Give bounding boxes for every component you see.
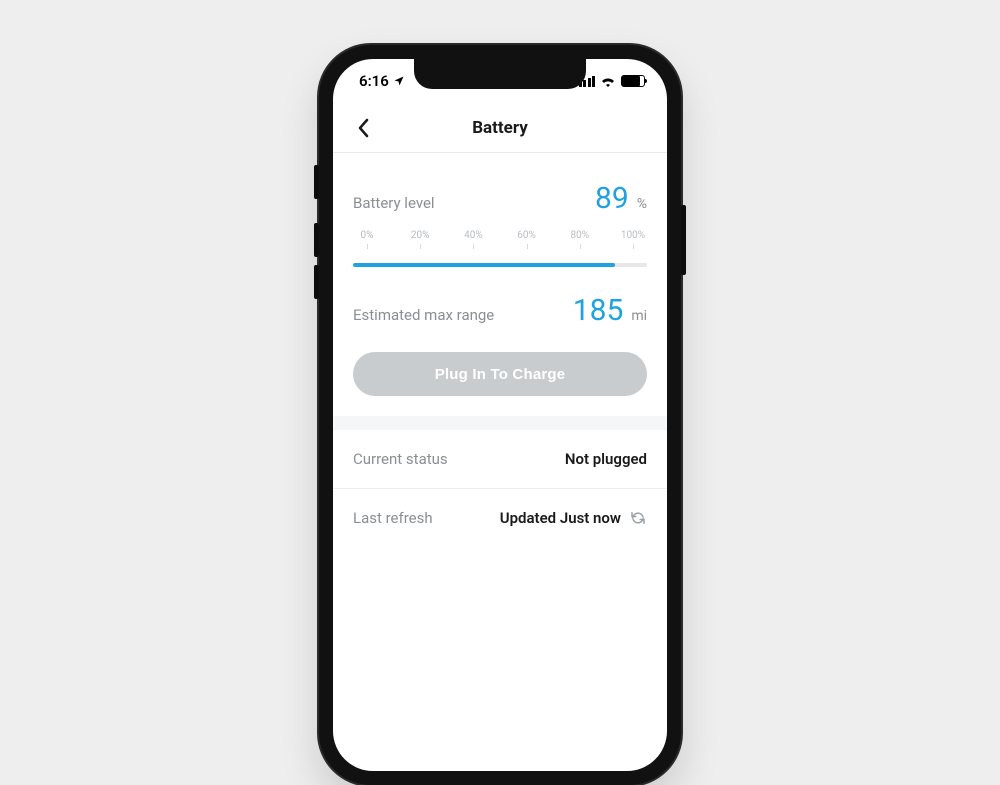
status-list: Current status Not plugged Last refresh … xyxy=(333,430,667,547)
battery-fill xyxy=(622,76,640,86)
refresh-icon[interactable] xyxy=(629,509,647,527)
scale-tick: 0% xyxy=(353,230,381,241)
current-status-row: Current status Not plugged xyxy=(333,430,667,489)
range-unit: mi xyxy=(631,308,647,324)
scale-tick: 20% xyxy=(406,230,434,241)
notch xyxy=(414,59,586,89)
back-button[interactable] xyxy=(343,103,383,152)
last-refresh-label: Last refresh xyxy=(353,509,433,527)
content: Battery level 89 % 0% 20% 40% 60% 80% 10… xyxy=(333,163,667,547)
plug-in-to-charge-button[interactable]: Plug In To Charge xyxy=(353,352,647,396)
last-refresh-value: Updated Just now xyxy=(500,509,621,527)
battery-icon xyxy=(621,75,645,87)
scale-tick: 40% xyxy=(459,230,487,241)
location-icon xyxy=(393,75,405,87)
battery-level-value: 89 xyxy=(595,181,629,216)
range-value: 185 xyxy=(573,293,624,328)
battery-progress-fill xyxy=(353,263,615,267)
battery-level-label: Battery level xyxy=(353,194,435,212)
nav-header: Battery xyxy=(333,103,667,153)
last-refresh-row: Last refresh Updated Just now xyxy=(333,489,667,547)
scale-tick: 60% xyxy=(513,230,541,241)
phone-screen: 6:16 Battery xyxy=(333,59,667,771)
page-title: Battery xyxy=(472,118,528,138)
scale-tick: 80% xyxy=(566,230,594,241)
current-status-value: Not plugged xyxy=(565,450,647,468)
battery-level-unit: % xyxy=(637,196,647,212)
status-time: 6:16 xyxy=(359,72,389,90)
battery-card: Battery level 89 % 0% 20% 40% 60% 80% 10… xyxy=(333,163,667,416)
scale-tick: 100% xyxy=(619,230,647,241)
chevron-left-icon xyxy=(356,118,370,138)
battery-scale: 0% 20% 40% 60% 80% 100% xyxy=(353,230,647,241)
battery-progress xyxy=(353,263,647,267)
wifi-icon xyxy=(600,75,616,87)
phone-frame: 6:16 Battery xyxy=(319,45,681,785)
current-status-label: Current status xyxy=(353,450,448,468)
range-label: Estimated max range xyxy=(353,306,494,324)
